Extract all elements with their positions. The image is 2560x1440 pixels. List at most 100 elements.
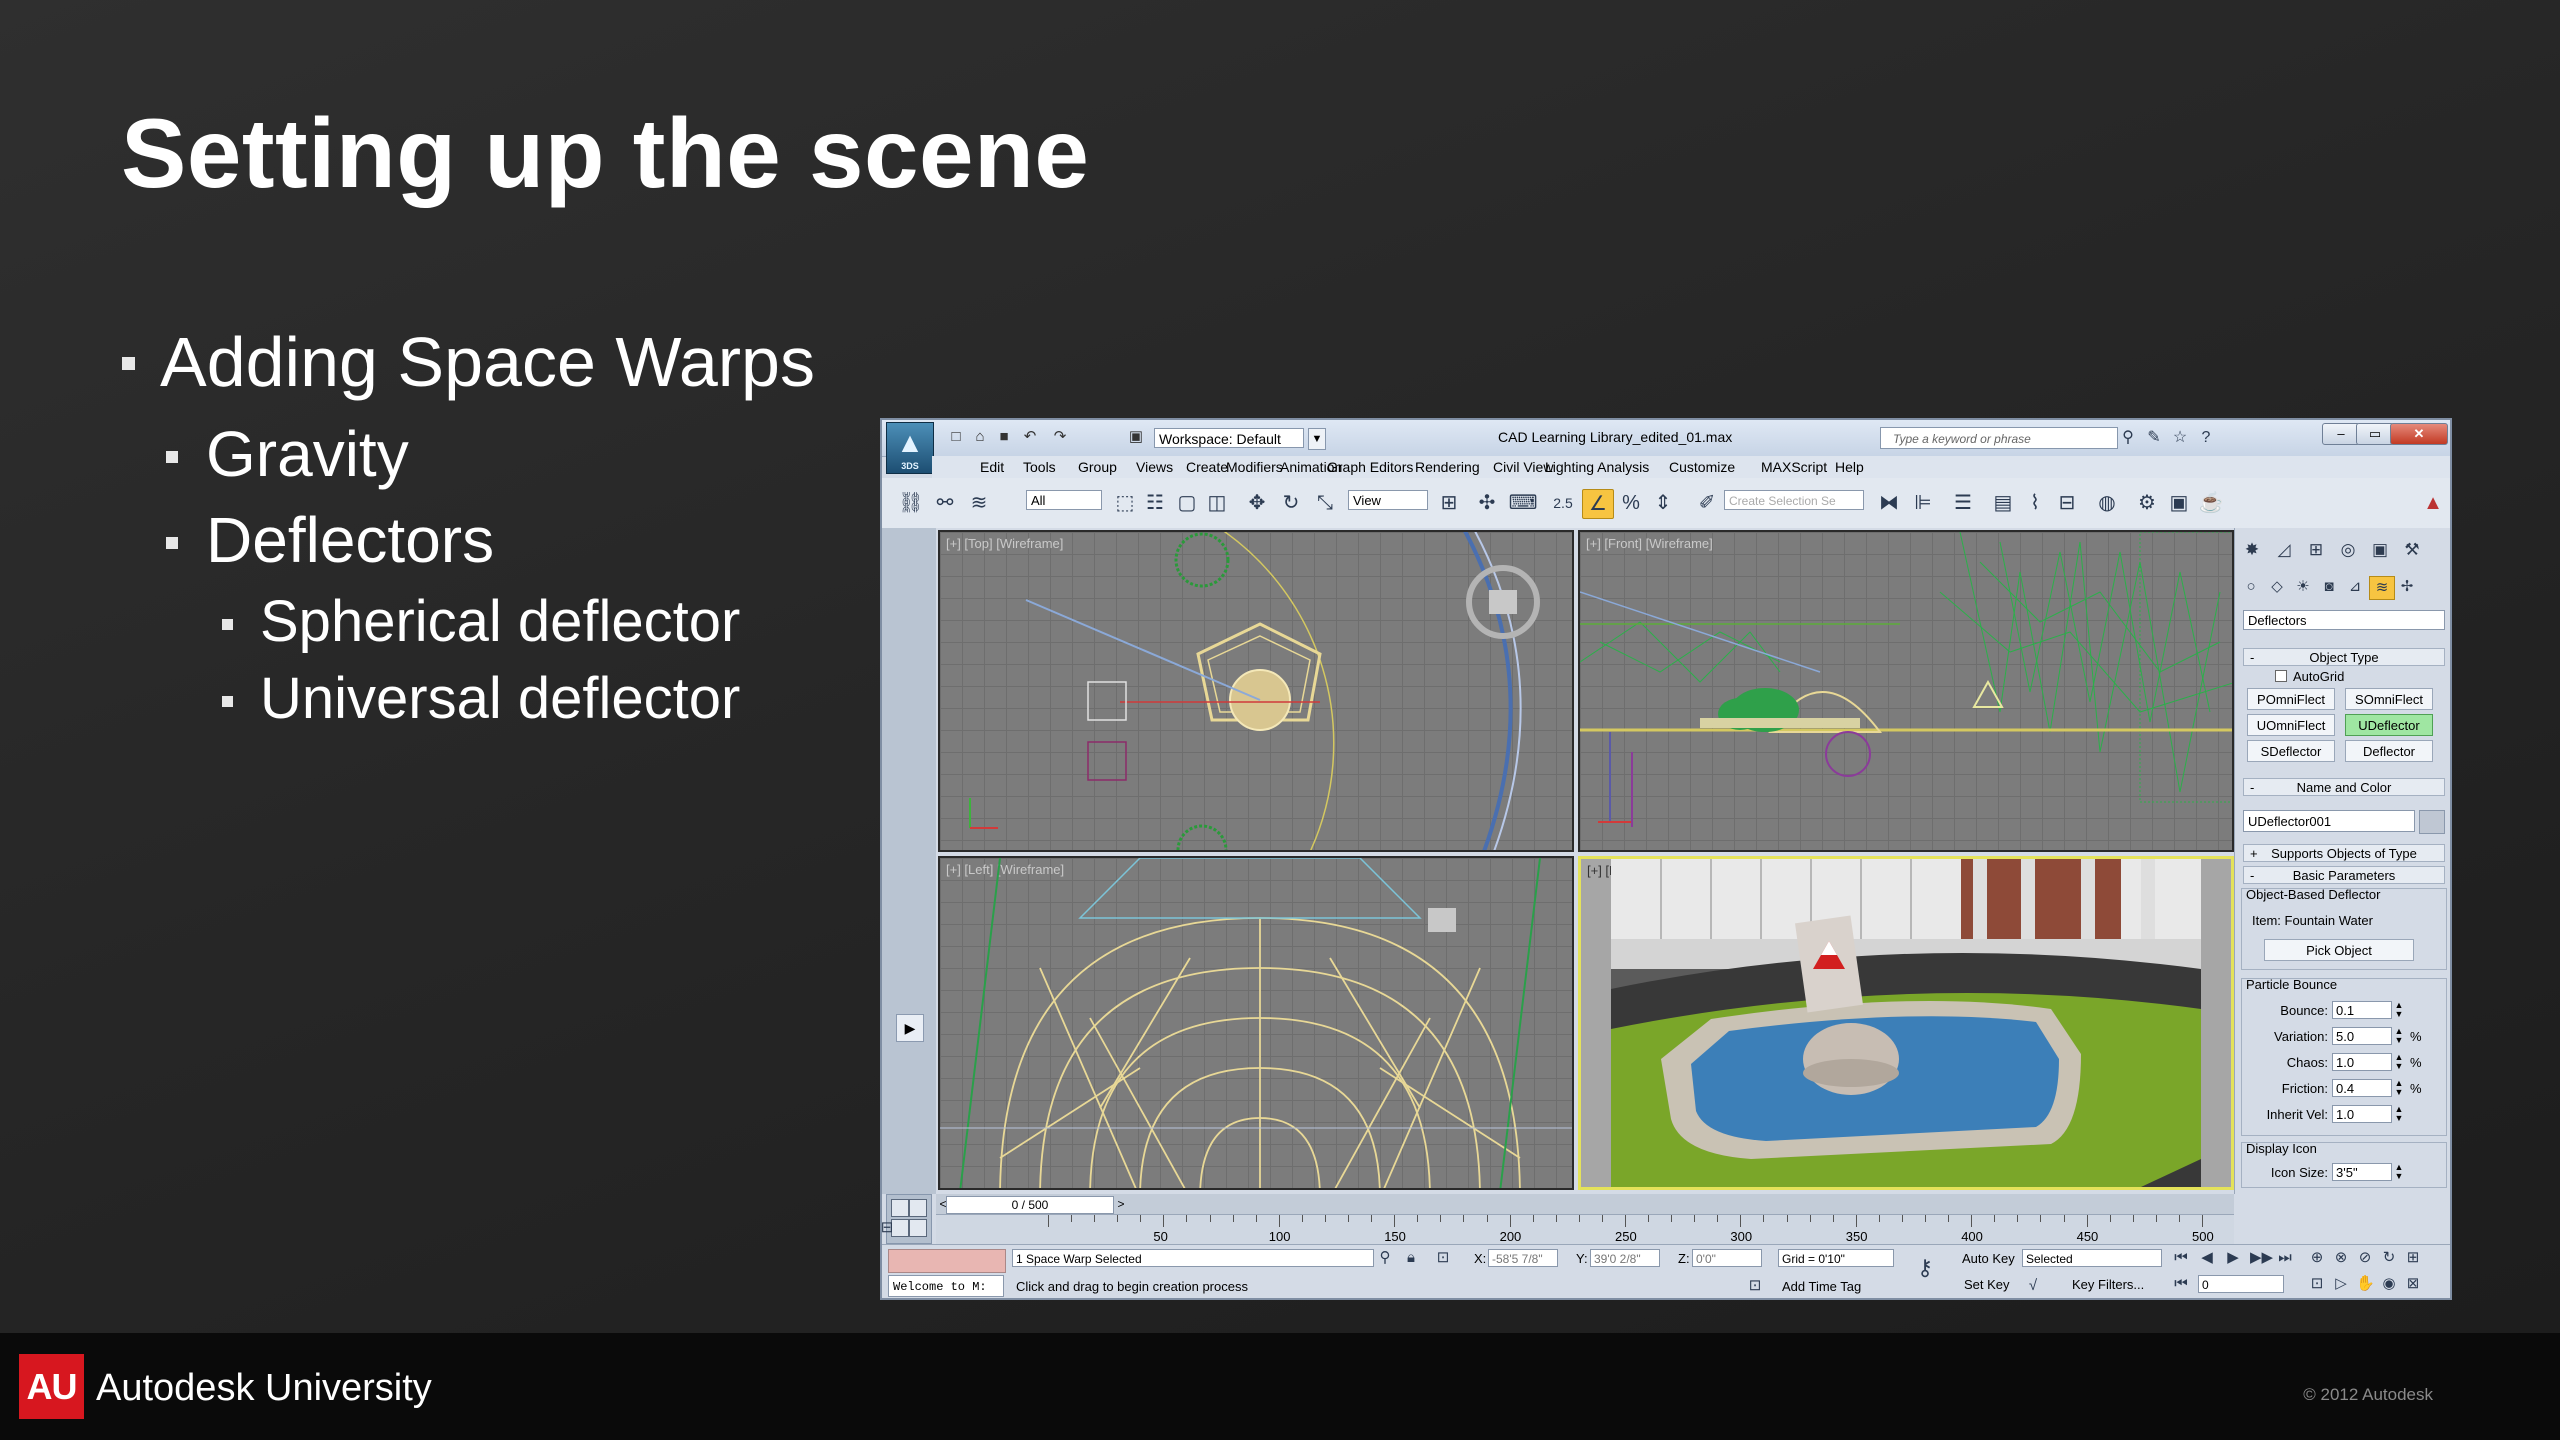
time-slider[interactable]: < 0 / 500 > bbox=[936, 1194, 2234, 1214]
deflector-button[interactable]: Deflector bbox=[2345, 740, 2433, 762]
modify-tab-icon[interactable]: ◿ bbox=[2271, 538, 2297, 562]
pivot-center-icon[interactable]: ⊞ bbox=[1434, 489, 1464, 517]
field-of-view-icon[interactable]: ▷ bbox=[2332, 1275, 2350, 1293]
redo-icon[interactable]: ↷ bbox=[1050, 428, 1070, 446]
supports-objects-rollout[interactable]: + Supports Objects of Type bbox=[2243, 844, 2445, 862]
walkthrough-icon[interactable]: ◉ bbox=[2380, 1275, 2398, 1293]
graphite-ribbon-icon[interactable]: ▤ bbox=[1988, 489, 2018, 517]
create-tab-icon[interactable]: ✸ bbox=[2239, 538, 2265, 562]
workspace-select[interactable]: Workspace: Default bbox=[1154, 428, 1304, 448]
render-setup-icon[interactable]: ⚙ bbox=[2132, 489, 2162, 517]
viewport-front[interactable]: [+] [Front] [Wireframe] bbox=[1578, 530, 2234, 852]
star-icon[interactable]: ☆ bbox=[2170, 429, 2190, 447]
key-filters-button[interactable]: Key Filters... bbox=[2072, 1275, 2144, 1295]
time-tag-icon[interactable]: ⊡ bbox=[1746, 1277, 1764, 1295]
tools-icon[interactable]: ✎ bbox=[2144, 429, 2164, 447]
bounce-spinner[interactable]: Bounce: 0.1 ▲ ▼ bbox=[2242, 1001, 2448, 1021]
open-file-icon[interactable]: ⌂ bbox=[970, 428, 990, 446]
spinner-arrows-icon[interactable]: ▲ ▼ bbox=[2394, 1027, 2404, 1045]
z-coordinate-field[interactable]: 0'0" bbox=[1692, 1249, 1762, 1267]
bind-spacewarp-icon[interactable]: ≋ bbox=[964, 489, 994, 517]
spinner-value[interactable]: 3'5" bbox=[2332, 1163, 2392, 1181]
checkbox-icon[interactable] bbox=[2275, 670, 2287, 682]
x-coordinate-field[interactable]: -58'5 7/8" bbox=[1488, 1249, 1558, 1267]
pick-object-button[interactable]: Pick Object bbox=[2264, 939, 2414, 961]
add-time-tag-button[interactable]: Add Time Tag bbox=[1782, 1279, 1861, 1294]
maximize-button[interactable]: ▭ bbox=[2356, 423, 2394, 445]
viewport-left[interactable]: [+] [Left] [Wireframe] bbox=[938, 856, 1574, 1190]
utilities-tab-icon[interactable]: ⚒ bbox=[2399, 538, 2425, 562]
hierarchy-tab-icon[interactable]: ⊞ bbox=[2303, 538, 2329, 562]
reference-coordinate-select[interactable]: View bbox=[1348, 490, 1428, 510]
current-frame-field[interactable]: 0 bbox=[2198, 1275, 2284, 1293]
menu-item-views[interactable]: Views bbox=[1136, 459, 1173, 475]
close-button[interactable]: ✕ bbox=[2390, 423, 2448, 445]
menu-item-lighting-analysis[interactable]: Lighting Analysis bbox=[1545, 459, 1649, 475]
menu-item-tools[interactable]: Tools bbox=[1023, 459, 1056, 475]
udeflector-button[interactable]: UDeflector bbox=[2345, 714, 2433, 736]
y-coordinate-field[interactable]: 39'0 2/8" bbox=[1590, 1249, 1660, 1267]
keyboard-shortcut-icon[interactable]: ⌨ bbox=[1508, 489, 1538, 517]
save-icon[interactable]: ■ bbox=[994, 428, 1014, 446]
snap-toggle-button[interactable]: 2.5 bbox=[1548, 489, 1578, 517]
named-selection-set-select[interactable]: Create Selection Se bbox=[1724, 490, 1864, 510]
time-slider-thumb[interactable]: 0 / 500 bbox=[946, 1196, 1114, 1214]
icon-size-spinner[interactable]: Icon Size: 3'5" ▲ ▼ bbox=[2242, 1163, 2448, 1183]
min-max-toggle-icon[interactable]: ⊠ bbox=[2404, 1275, 2422, 1293]
lights-icon[interactable]: ☀ bbox=[2291, 576, 2315, 598]
spinner-arrows-icon[interactable]: ▲ ▼ bbox=[2394, 1001, 2404, 1019]
binoculars-icon[interactable]: ⚲ bbox=[2118, 429, 2138, 447]
object-type-rollout[interactable]: - Object Type bbox=[2243, 648, 2445, 666]
move-icon[interactable]: ✥ bbox=[1242, 489, 1272, 517]
lock-selection-icon[interactable]: 🔒︎ bbox=[1402, 1249, 1420, 1267]
isolate-selection-icon[interactable]: ⚲ bbox=[1376, 1249, 1394, 1267]
menu-item-customize[interactable]: Customize bbox=[1669, 459, 1735, 475]
toolbar-extra-icon[interactable]: ▲ bbox=[2418, 489, 2448, 517]
key-mode-toggle-icon[interactable]: ⏮ bbox=[2172, 1275, 2190, 1293]
selection-filter-select[interactable]: All bbox=[1026, 490, 1102, 510]
spinner-value[interactable]: 0.1 bbox=[2332, 1001, 2392, 1019]
display-tab-icon[interactable]: ▣ bbox=[2367, 538, 2393, 562]
align-icon[interactable]: ⊫ bbox=[1908, 489, 1938, 517]
project-folder-icon[interactable]: ▣ bbox=[1126, 428, 1146, 446]
sdeflector-button[interactable]: SDeflector bbox=[2247, 740, 2335, 762]
spinner-value[interactable]: 5.0 bbox=[2332, 1027, 2392, 1045]
percent-snap-icon[interactable]: % bbox=[1616, 489, 1646, 517]
key-filter-curve-icon[interactable]: √ bbox=[2024, 1277, 2042, 1295]
variation-spinner[interactable]: Variation: 5.0 ▲ ▼ % bbox=[2242, 1027, 2448, 1047]
pomniflect-button[interactable]: POmniFlect bbox=[2247, 688, 2335, 710]
object-name-field[interactable]: UDeflector001 bbox=[2243, 810, 2415, 832]
expand-track-icon[interactable]: ▶ bbox=[896, 1014, 924, 1042]
schematic-view-icon[interactable]: ⊟ bbox=[2052, 489, 2082, 517]
render-teapot-icon[interactable]: ☕ bbox=[2196, 489, 2226, 517]
uomniflect-button[interactable]: UOmniFlect bbox=[2247, 714, 2335, 736]
inherit-vel-spinner[interactable]: Inherit Vel: 1.0 ▲ ▼ bbox=[2242, 1105, 2448, 1125]
maxscript-listener-output[interactable]: Welcome to M: bbox=[888, 1275, 1004, 1297]
scale-icon[interactable]: ⤡ bbox=[1310, 489, 1340, 517]
systems-icon[interactable]: ✢ bbox=[2395, 576, 2419, 598]
go-to-start-icon[interactable]: ⏮ bbox=[2172, 1249, 2190, 1267]
menu-item-edit[interactable]: Edit bbox=[980, 459, 1004, 475]
time-config-icon[interactable]: ⊕ bbox=[2308, 1249, 2326, 1267]
geometry-icon[interactable]: ○ bbox=[2239, 576, 2263, 598]
absolute-mode-icon[interactable]: ⊡ bbox=[1434, 1249, 1452, 1267]
app-logo[interactable]: ▲ 3DS bbox=[886, 422, 934, 474]
select-object-icon[interactable]: ⬚ bbox=[1110, 489, 1140, 517]
cameras-icon[interactable]: ◙ bbox=[2317, 576, 2341, 598]
spinner-arrows-icon[interactable]: ▲ ▼ bbox=[2394, 1105, 2404, 1123]
window-crossing-icon[interactable]: ◫ bbox=[1202, 489, 1232, 517]
spinner-value[interactable]: 1.0 bbox=[2332, 1053, 2392, 1071]
spinner-snap-icon[interactable]: ⇕ bbox=[1648, 489, 1678, 517]
spinner-arrows-icon[interactable]: ▲ ▼ bbox=[2394, 1079, 2404, 1097]
menu-item-rendering[interactable]: Rendering bbox=[1415, 459, 1480, 475]
menu-item-group[interactable]: Group bbox=[1078, 459, 1117, 475]
object-color-swatch[interactable] bbox=[2419, 810, 2445, 834]
track-bar[interactable]: ⊟ 50 100 150 200 250 300 350 400 450 500 bbox=[882, 1214, 2234, 1245]
new-file-icon[interactable]: □ bbox=[946, 428, 966, 446]
layer-manager-icon[interactable]: ☰ bbox=[1948, 489, 1978, 517]
next-key-icon[interactable]: ▶▶ bbox=[2250, 1249, 2273, 1267]
orbit-icon[interactable]: ↻ bbox=[2380, 1249, 2398, 1267]
link-icon[interactable]: ⛓ bbox=[896, 489, 926, 517]
motion-tab-icon[interactable]: ◎ bbox=[2335, 538, 2361, 562]
unlink-icon[interactable]: ⚯ bbox=[930, 489, 960, 517]
